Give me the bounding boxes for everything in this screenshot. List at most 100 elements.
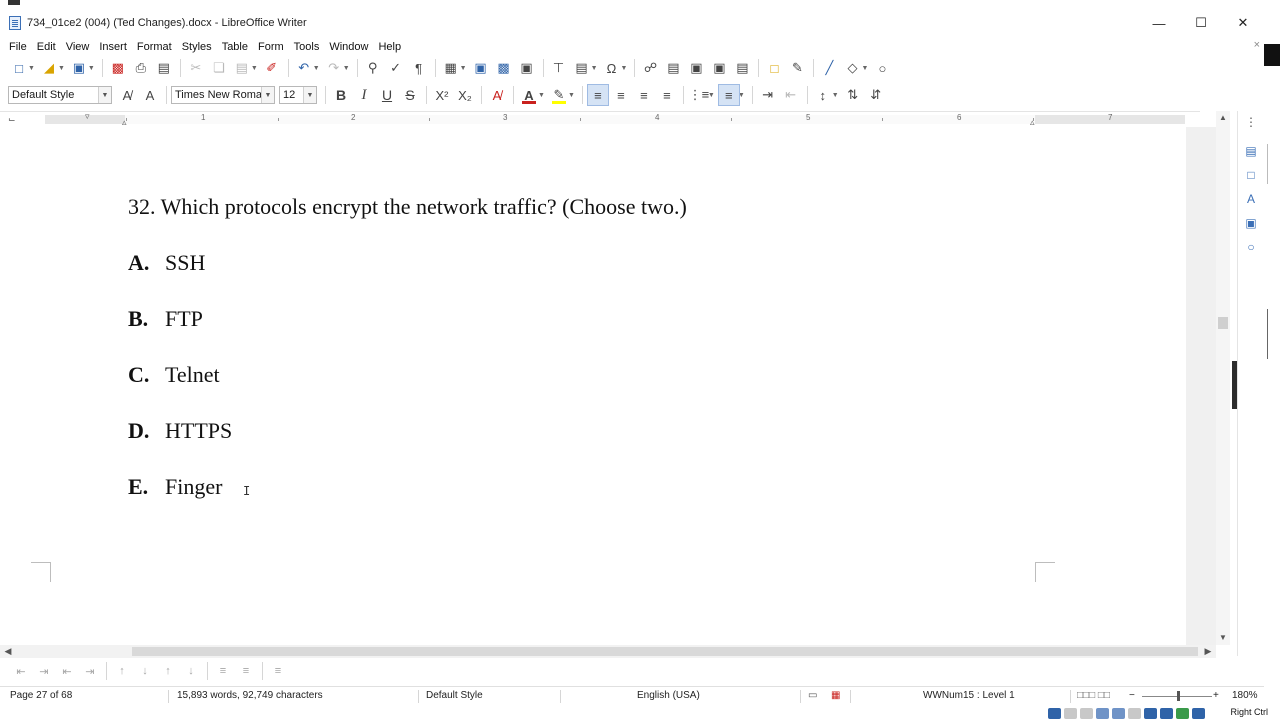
font-color-button[interactable]: A xyxy=(518,84,540,106)
line-spacing-icon[interactable]: ↕ xyxy=(812,84,834,106)
answer-option-e[interactable]: E. Finger xyxy=(128,474,222,500)
answer-option-c[interactable]: C. Telnet xyxy=(128,362,220,388)
increase-indent-icon[interactable]: ⇥ xyxy=(757,84,779,106)
zoom-out-button[interactable]: − xyxy=(1129,690,1135,701)
move-up-icon[interactable]: ↑ xyxy=(111,660,133,682)
insert-unnumbered-entry-icon[interactable]: ≡ xyxy=(212,660,234,682)
save-icon[interactable]: ▣ xyxy=(68,57,90,79)
copy-icon[interactable]: ❏ xyxy=(208,57,230,79)
sidebar-grip[interactable] xyxy=(1232,361,1237,409)
draw-functions-icon[interactable]: ○ xyxy=(871,57,893,79)
menu-file[interactable]: File xyxy=(4,41,32,53)
menu-table[interactable]: Table xyxy=(217,41,253,53)
redo-icon[interactable]: ↷ xyxy=(323,57,345,79)
styles-icon[interactable]: A xyxy=(1242,190,1260,208)
insert-chart-icon[interactable]: ▩ xyxy=(493,57,515,79)
scrollbar-thumb[interactable] xyxy=(132,647,1198,656)
scroll-right-icon[interactable]: ▶ xyxy=(1202,645,1214,658)
bold-button[interactable]: B xyxy=(330,84,352,106)
menu-edit[interactable]: Edit xyxy=(32,41,61,53)
spelling-icon[interactable]: ✓ xyxy=(385,57,407,79)
document-modified-icon[interactable]: ▦ xyxy=(831,690,840,701)
subscript-button[interactable]: X₂ xyxy=(454,84,476,106)
zoom-level[interactable]: 180% xyxy=(1232,690,1258,701)
document-canvas[interactable]: 32. Which protocols encrypt the network … xyxy=(0,127,1230,645)
tray-cpu-icon[interactable] xyxy=(1176,707,1189,719)
clone-formatting-icon[interactable]: ✐ xyxy=(261,57,283,79)
menu-tools[interactable]: Tools xyxy=(289,41,325,53)
decrease-paragraph-spacing-icon[interactable]: ⇵ xyxy=(865,84,887,106)
undo-icon[interactable]: ↶ xyxy=(293,57,315,79)
tray-network-icon[interactable] xyxy=(1096,707,1109,719)
comment-icon[interactable]: □ xyxy=(763,57,785,79)
scroll-down-icon[interactable]: ▼ xyxy=(1216,631,1230,645)
page-icon[interactable]: □ xyxy=(1242,166,1260,184)
close-button[interactable]: ✕ xyxy=(1222,8,1264,38)
bookmark-icon[interactable]: ▣ xyxy=(708,57,730,79)
new-document-icon[interactable]: □ xyxy=(8,57,30,79)
export-pdf-icon[interactable]: ▩ xyxy=(107,57,129,79)
tray-shared-folder-icon[interactable] xyxy=(1128,707,1141,719)
scroll-up-icon[interactable]: ▲ xyxy=(1216,111,1230,125)
zoom-slider-knob[interactable] xyxy=(1177,691,1180,701)
answer-option-b[interactable]: B. FTP xyxy=(128,306,203,332)
chevron-down-icon[interactable]: ▼ xyxy=(303,87,316,103)
basic-shapes-icon[interactable]: ◇ xyxy=(841,57,863,79)
vertical-scrollbar[interactable]: ▲ ▼ xyxy=(1216,111,1230,645)
menu-styles[interactable]: Styles xyxy=(177,41,217,53)
unordered-list-icon[interactable]: ⋮≡ xyxy=(688,84,710,106)
strikethrough-button[interactable]: S xyxy=(399,84,421,106)
document-page[interactable]: 32. Which protocols encrypt the network … xyxy=(0,127,1186,645)
answer-option-d[interactable]: D. HTTPS xyxy=(128,418,232,444)
gallery-icon[interactable]: ▣ xyxy=(1242,214,1260,232)
chevron-down-icon[interactable]: ▼ xyxy=(261,87,274,103)
highlight-button[interactable]: ✎ xyxy=(548,84,570,106)
menu-help[interactable]: Help xyxy=(373,41,406,53)
align-left-icon[interactable]: ≡ xyxy=(586,84,609,106)
language[interactable]: English (USA) xyxy=(637,690,700,701)
view-layout-icons[interactable]: □□□ □□ xyxy=(1077,690,1110,701)
move-down-icon[interactable]: ↓ xyxy=(134,660,156,682)
tray-optical-icon[interactable] xyxy=(1064,707,1077,719)
zoom-in-button[interactable]: + xyxy=(1213,690,1219,701)
restart-numbering-icon[interactable]: ≡ xyxy=(235,660,257,682)
maximize-button[interactable]: ☐ xyxy=(1180,8,1222,38)
font-size-combo[interactable]: 12 ▼ xyxy=(279,86,317,104)
track-changes-icon[interactable]: ✎ xyxy=(786,57,808,79)
tab-stop-type-icon[interactable]: ⌙ xyxy=(8,114,16,125)
tray-disk-icon[interactable] xyxy=(1048,707,1061,719)
align-right-icon[interactable]: ≡ xyxy=(633,84,655,106)
footnote-icon[interactable]: ▤ xyxy=(662,57,684,79)
move-down-subpoints-icon[interactable]: ↓ xyxy=(180,660,202,682)
insert-mode-icon[interactable]: ▭ xyxy=(808,690,817,701)
paragraph-style-combo[interactable]: Default Style ▼ xyxy=(8,86,112,104)
print-preview-icon[interactable]: ▤ xyxy=(153,57,175,79)
cross-reference-icon[interactable]: ▤ xyxy=(731,57,753,79)
superscript-button[interactable]: X² xyxy=(431,84,453,106)
tray-recording-icon[interactable] xyxy=(1160,707,1173,719)
question-text[interactable]: 32. Which protocols encrypt the network … xyxy=(128,194,687,220)
tray-display-icon[interactable] xyxy=(1144,707,1157,719)
tray-usb-icon[interactable] xyxy=(1112,707,1125,719)
cut-icon[interactable]: ✂ xyxy=(185,57,207,79)
demote-icon[interactable]: ⇥ xyxy=(33,660,55,682)
insert-page-break-icon[interactable]: ⊤ xyxy=(548,57,570,79)
menu-window[interactable]: Window xyxy=(324,41,373,53)
find-replace-icon[interactable]: ⚲ xyxy=(362,57,384,79)
menu-insert[interactable]: Insert xyxy=(94,41,132,53)
insert-field-icon[interactable]: ▤ xyxy=(571,57,593,79)
list-level[interactable]: WWNum15 : Level 1 xyxy=(923,690,1015,701)
open-folder-icon[interactable]: ◢ xyxy=(38,57,60,79)
insert-text-box-icon[interactable]: ▣ xyxy=(516,57,538,79)
tray-audio-icon[interactable] xyxy=(1080,707,1093,719)
underline-button[interactable]: U xyxy=(376,84,398,106)
promote-icon[interactable]: ⇤ xyxy=(10,660,32,682)
italic-button[interactable]: I xyxy=(353,84,375,106)
chevron-down-icon[interactable]: ▼ xyxy=(98,87,111,103)
special-character-icon[interactable]: Ω xyxy=(601,57,623,79)
move-up-subpoints-icon[interactable]: ↑ xyxy=(157,660,179,682)
scroll-left-icon[interactable]: ◀ xyxy=(2,645,14,658)
hyperlink-icon[interactable]: ☍ xyxy=(639,57,661,79)
bullets-and-numbering-icon[interactable]: ≡ xyxy=(267,660,289,682)
answer-option-a[interactable]: A. SSH xyxy=(128,250,205,276)
